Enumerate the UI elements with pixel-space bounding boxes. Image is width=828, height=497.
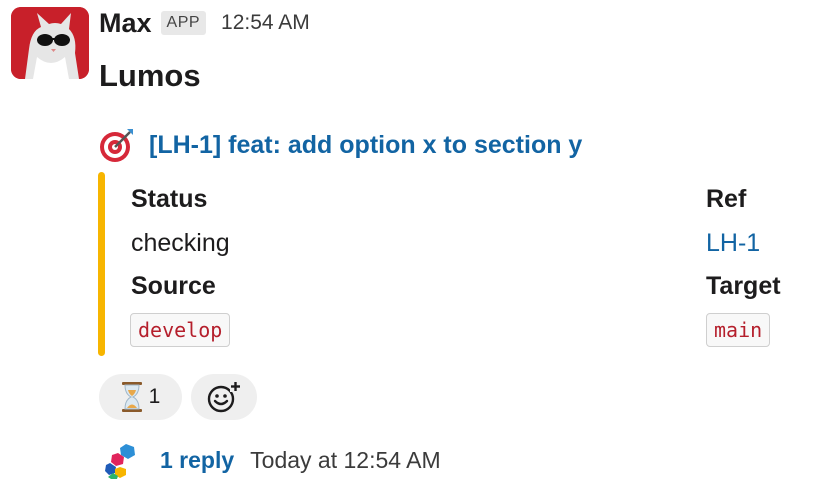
add-reaction-button[interactable] [191,374,257,420]
source-label: Source [131,272,216,300]
attachment-title-link[interactable]: [LH-1] feat: add option x to section y [149,129,582,161]
target-label: Target [706,272,781,300]
direct-hit-target-icon [100,129,133,162]
app-badge: APP [160,11,207,35]
reaction-count: 1 [148,385,161,408]
ref-label: Ref [706,185,747,213]
target-branch-code: main [706,313,771,347]
reply-count-link[interactable]: 1 reply [160,447,234,474]
last-reply-time: Today at 12:54 AM [250,446,441,473]
status-label: Status [131,185,208,213]
cat-avatar-image [11,7,89,79]
message-header: Max APP 12:54 AM [99,6,310,40]
message-timestamp[interactable]: 12:54 AM [221,11,310,35]
message-text: Lumos [99,58,201,93]
status-value: checking [131,229,230,257]
sender-name[interactable]: Max [99,6,152,40]
replier-avatar [105,444,135,479]
reaction-hourglass[interactable]: 1 [99,374,182,420]
hourglass-icon [121,382,142,412]
attachment-title-row: [LH-1] feat: add option x to section y [99,127,582,163]
source-branch-code: develop [130,313,231,347]
thread-summary[interactable]: 1 reply Today at 12:54 AM [104,441,441,479]
add-reaction-icon [207,381,241,413]
sender-avatar[interactable] [11,7,89,79]
attachment-accent-bar [98,172,105,356]
ref-link[interactable]: LH-1 [706,228,760,258]
